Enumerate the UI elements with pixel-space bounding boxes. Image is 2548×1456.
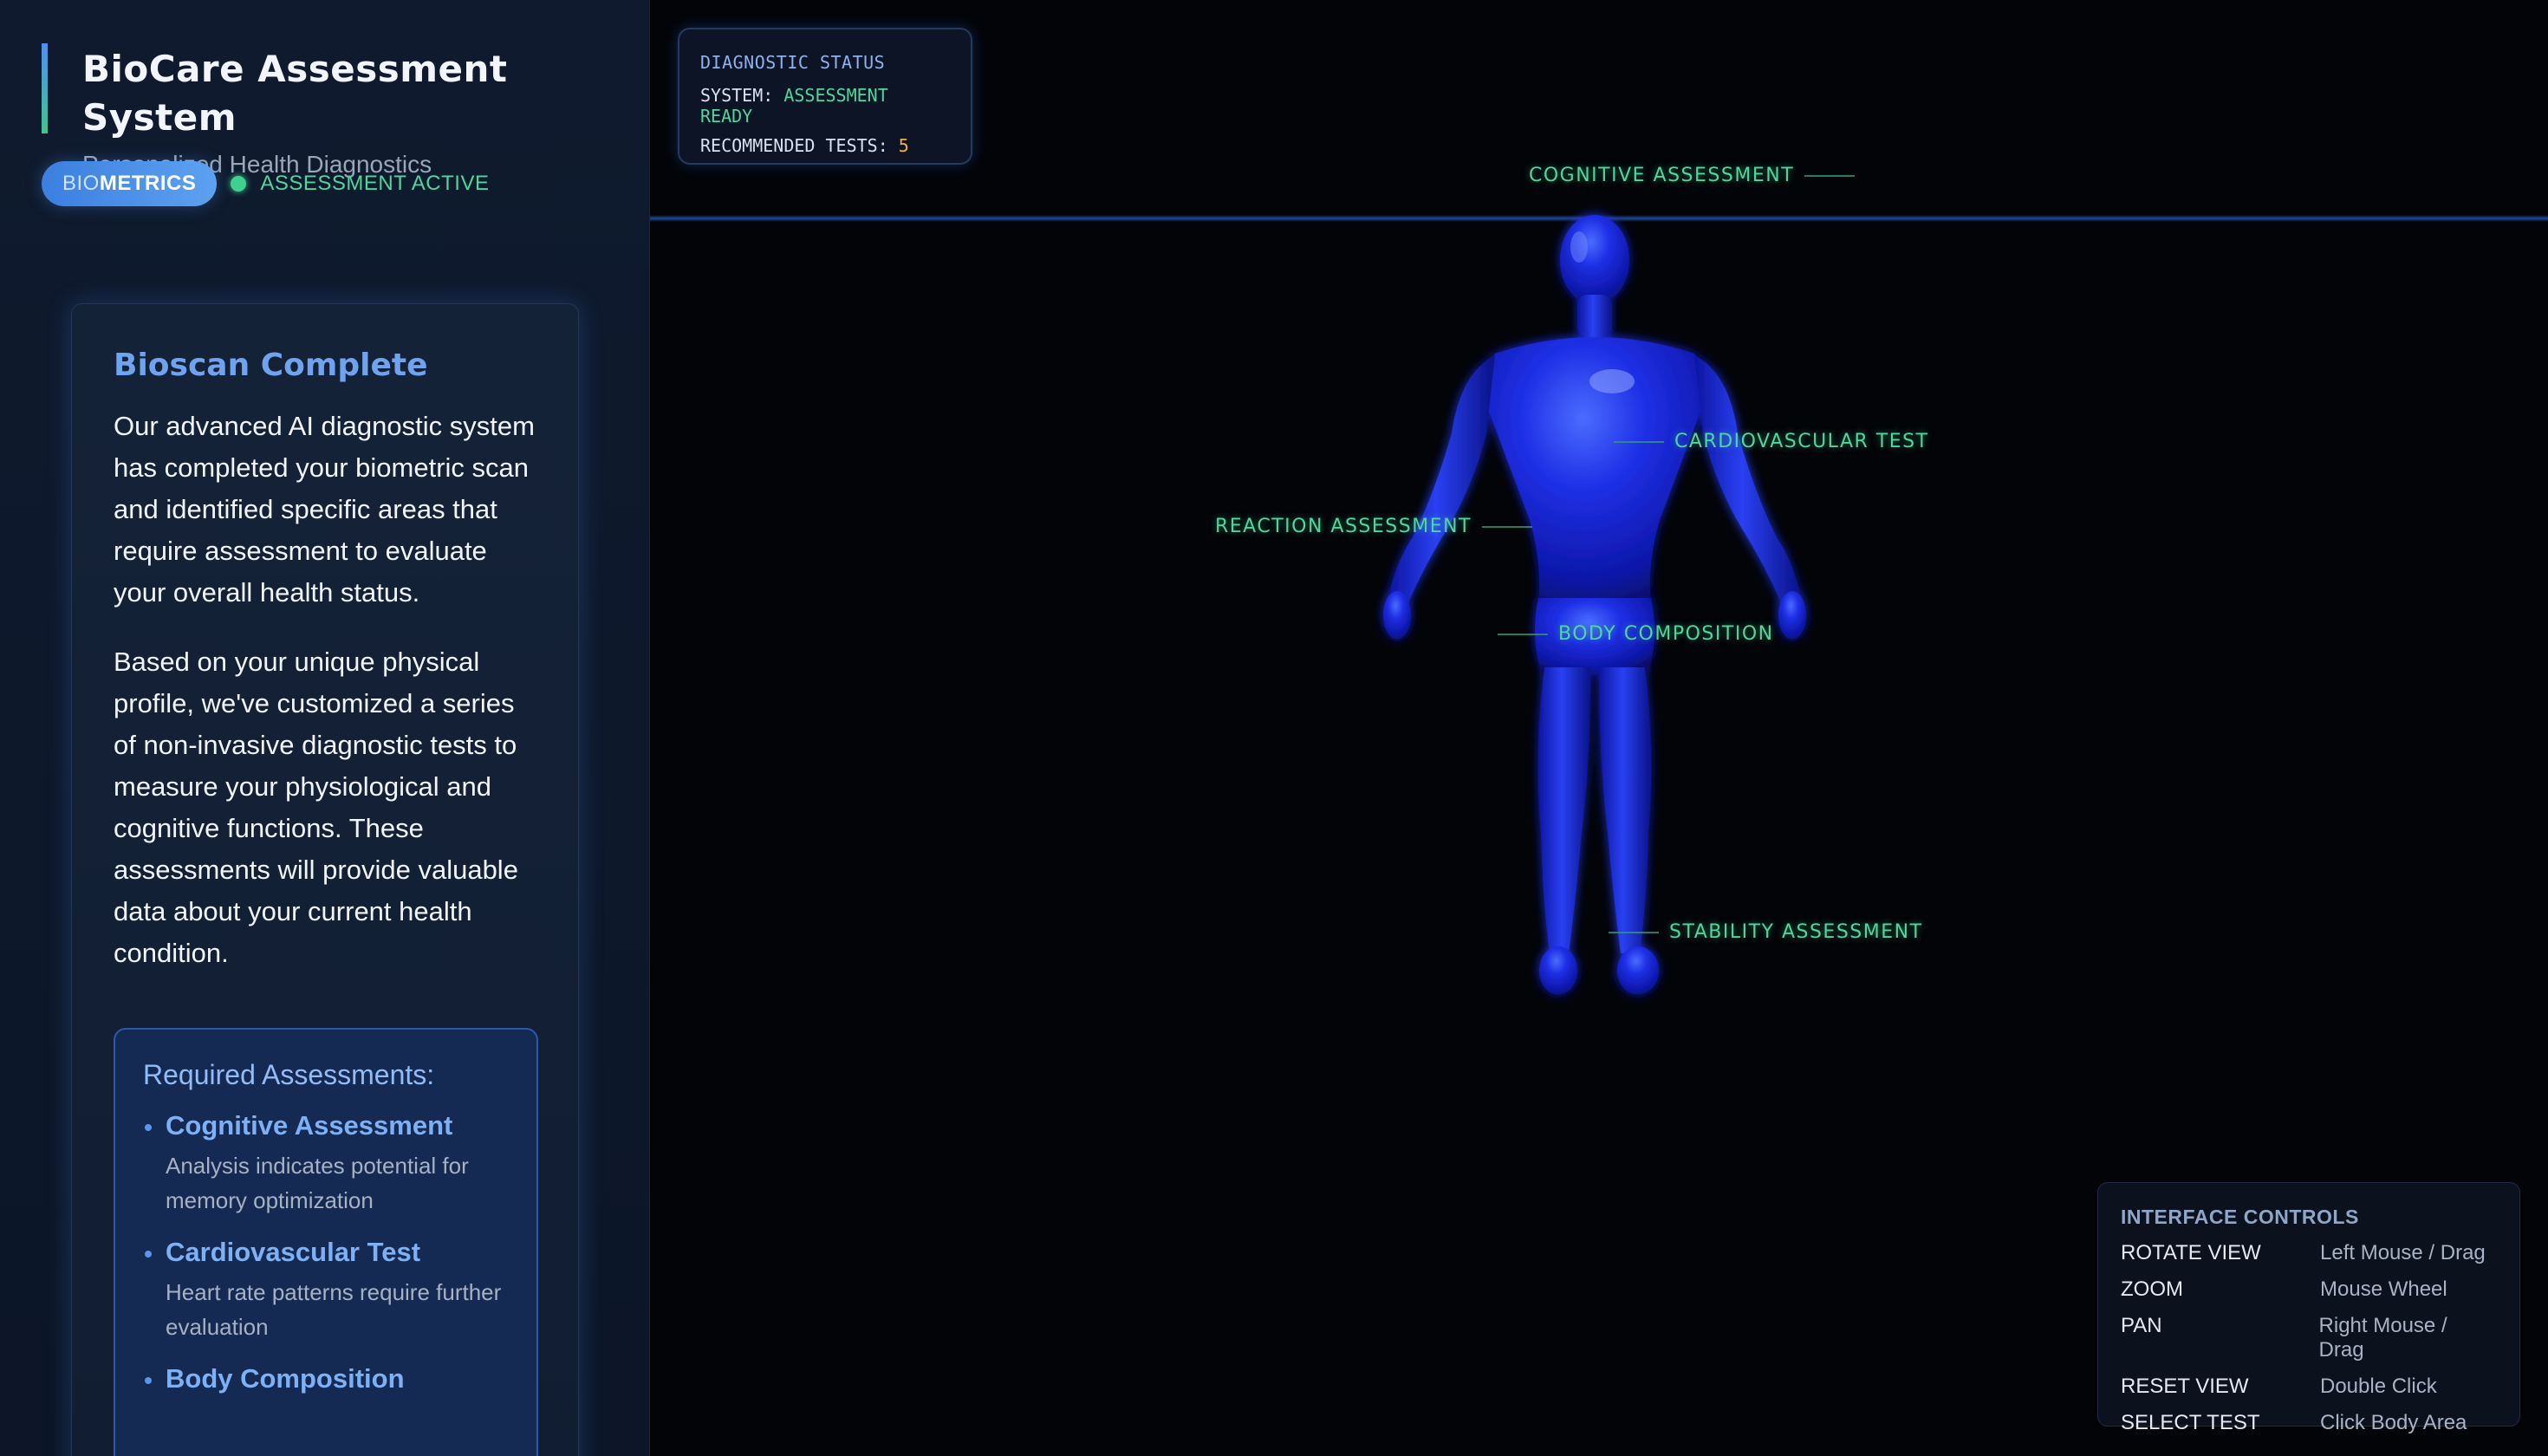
control-action: SELECT TEST: [2121, 1411, 2260, 1434]
control-input: Click Body Area: [2320, 1411, 2467, 1434]
hotspot-body-composition[interactable]: BODY COMPOSITION: [1498, 623, 1774, 645]
hotspot-connector: [1498, 633, 1548, 635]
assessment-name: Cognitive Assessment: [166, 1110, 453, 1141]
hotspot-connector: [1804, 174, 1856, 177]
controls-title: INTERFACE CONTROLS: [2121, 1206, 2359, 1228]
control-action: PAN: [2121, 1314, 2162, 1337]
required-assessments-box: Required Assessments: Cognitive Assessme…: [114, 1028, 538, 1456]
bioscan-card: Bioscan Complete Our advanced AI diagnos…: [71, 303, 579, 1456]
body-silhouette[interactable]: [1383, 215, 1806, 995]
hotspot-connector: [1482, 525, 1532, 528]
status-row: BIO METRICS ASSESSMENT ACTIVE: [42, 161, 489, 206]
hotspot-reaction[interactable]: REACTION ASSESSMENT: [1215, 516, 1532, 537]
control-action: RESET VIEW: [2121, 1375, 2249, 1398]
assessment-status: ASSESSMENT ACTIVE: [260, 172, 490, 195]
biometrics-badge-label: METRICS: [99, 172, 197, 195]
biometrics-badge[interactable]: BIO METRICS: [42, 161, 218, 206]
control-row: SELECT TEST Click Body Area: [2121, 1411, 2497, 1435]
assessment-desc: Heart rate patterns require further eval…: [166, 1279, 502, 1340]
control-input: Right Mouse / Drag: [2318, 1314, 2447, 1362]
model-viewport[interactable]: DIAGNOSTIC STATUS SYSTEM: ASSESSMENT REA…: [650, 0, 2548, 1456]
required-assessments-title: Required Assessments:: [143, 1059, 435, 1090]
list-item[interactable]: Body Composition: [143, 1363, 509, 1394]
status-dot-icon: [231, 176, 247, 192]
hotspot-stability[interactable]: STABILITY ASSESSMENT: [1609, 921, 1923, 943]
hotspot-label: COGNITIVE ASSESSMENT: [1529, 165, 1795, 186]
control-row: ROTATE VIEW Left Mouse / Drag: [2121, 1241, 2497, 1265]
control-row: PAN Right Mouse / Drag: [2121, 1314, 2497, 1362]
control-action: ZOOM: [2121, 1277, 2183, 1301]
brand-header: BioCare Assessment System Personalized H…: [42, 43, 649, 178]
hotspot-connector: [1609, 931, 1659, 933]
assessment-desc: Analysis indicates potential for memory …: [166, 1153, 469, 1213]
hotspot-label: CARDIOVASCULAR TEST: [1674, 431, 1929, 452]
hotspot-cardiovascular[interactable]: CARDIOVASCULAR TEST: [1614, 431, 1929, 452]
control-input: Left Mouse / Drag: [2320, 1241, 2486, 1264]
hotspot-cognitive[interactable]: COGNITIVE ASSESSMENT: [1529, 165, 1856, 186]
list-item[interactable]: Cognitive Assessment Analysis indicates …: [143, 1110, 509, 1218]
hotspot-label: STABILITY ASSESSMENT: [1669, 921, 1923, 943]
card-paragraph: Based on your unique physical profile, w…: [114, 647, 518, 968]
hotspot-label: REACTION ASSESSMENT: [1215, 516, 1472, 537]
interface-controls-panel: INTERFACE CONTROLS ROTATE VIEW Left Mous…: [2097, 1182, 2520, 1434]
hotspot-label: BODY COMPOSITION: [1558, 623, 1774, 645]
sidebar: BioCare Assessment System Personalized H…: [0, 0, 650, 1456]
list-item[interactable]: Cardiovascular Test Heart rate patterns …: [143, 1237, 509, 1344]
assessment-name: Cardiovascular Test: [166, 1237, 421, 1267]
hotspot-connector: [1614, 440, 1664, 443]
control-input: Double Click: [2320, 1375, 2437, 1398]
control-row: ZOOM Mouse Wheel: [2121, 1277, 2497, 1302]
control-row: RESET VIEW Double Click: [2121, 1375, 2497, 1399]
card-title: Bioscan Complete: [114, 348, 428, 383]
app-title: BioCare Assessment System: [82, 48, 508, 139]
card-paragraph: Our advanced AI diagnostic system has co…: [114, 411, 535, 608]
assessment-name: Body Composition: [166, 1363, 405, 1394]
biometrics-badge-prefix: BIO: [62, 172, 100, 195]
control-action: ROTATE VIEW: [2121, 1241, 2261, 1264]
required-assessments-list: Cognitive Assessment Analysis indicates …: [143, 1110, 509, 1394]
control-input: Mouse Wheel: [2320, 1277, 2447, 1301]
